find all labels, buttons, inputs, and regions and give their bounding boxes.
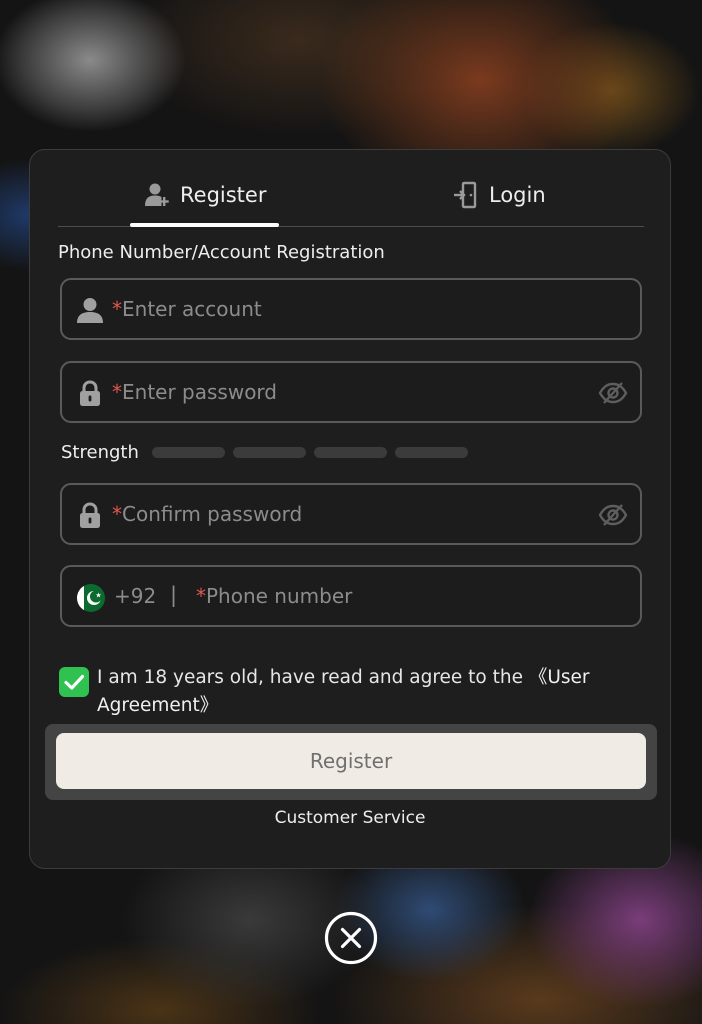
strength-segment — [232, 446, 306, 458]
active-tab-indicator — [130, 223, 279, 227]
strength-segment — [394, 446, 468, 458]
account-placeholder: *Enter account — [112, 297, 262, 321]
eye-off-icon[interactable] — [598, 380, 628, 406]
strength-label: Strength — [61, 441, 139, 463]
close-icon[interactable] — [324, 911, 378, 965]
eye-off-icon[interactable] — [598, 502, 628, 528]
check-icon — [64, 674, 85, 690]
auth-tabs: Register Login — [58, 164, 644, 227]
pakistan-flag-icon[interactable] — [77, 584, 105, 612]
agreement-text: I am 18 years old, have read and agree t… — [97, 667, 590, 716]
section-title: Phone Number/Account Registration — [58, 242, 385, 263]
phone-field[interactable]: +92 | *Phone number — [60, 565, 642, 627]
user-plus-icon — [145, 183, 169, 206]
customer-service-link[interactable]: Customer Service — [30, 808, 670, 828]
confirm-password-field[interactable]: *Confirm password — [60, 483, 642, 545]
lock-icon — [80, 380, 100, 406]
agree-checkbox[interactable] — [59, 667, 89, 697]
tab-login-label: Login — [489, 183, 546, 207]
phone-separator: | — [170, 583, 178, 607]
strength-segment — [151, 446, 225, 458]
account-field[interactable]: *Enter account — [60, 278, 642, 340]
password-strength: Strength — [61, 440, 476, 464]
lock-icon — [80, 502, 100, 528]
register-button-container: Register — [45, 724, 657, 800]
register-dialog: Register Login Phone Number/Account Regi… — [29, 149, 671, 869]
confirm-placeholder: *Confirm password — [112, 502, 303, 526]
strength-segment — [313, 446, 387, 458]
user-icon — [77, 298, 103, 323]
tab-register[interactable]: Register — [144, 164, 266, 226]
phone-placeholder: *Phone number — [196, 584, 353, 608]
password-placeholder: *Enter password — [112, 380, 277, 404]
password-field[interactable]: *Enter password — [60, 361, 642, 423]
tab-register-label: Register — [180, 183, 267, 207]
door-enter-icon — [454, 181, 477, 209]
country-code[interactable]: +92 — [114, 584, 156, 608]
register-button[interactable]: Register — [56, 733, 646, 789]
tab-login[interactable]: Login — [453, 164, 546, 226]
